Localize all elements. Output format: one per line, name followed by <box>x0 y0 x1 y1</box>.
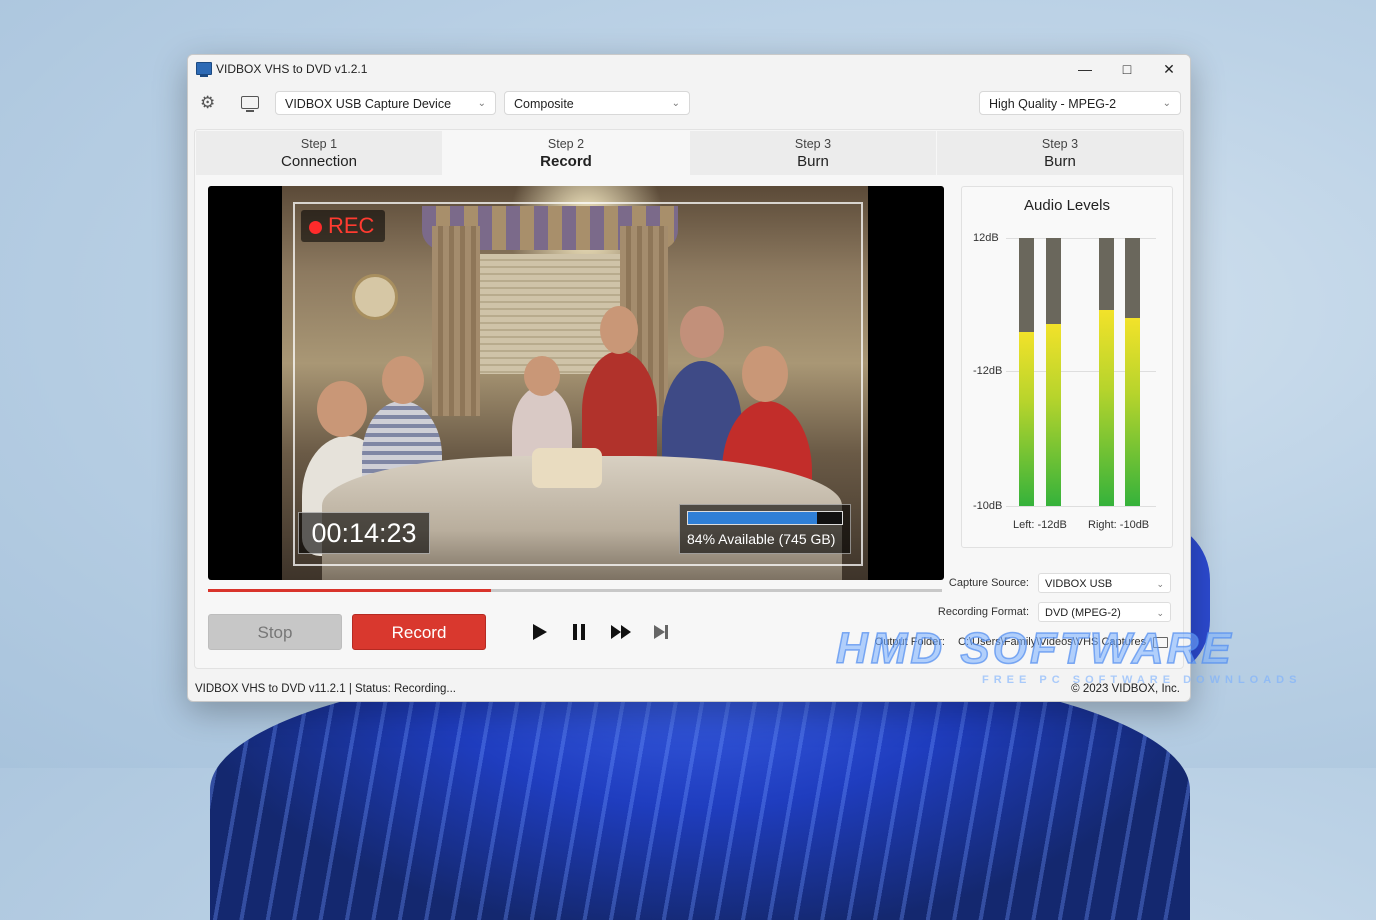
record-button[interactable]: Record <box>352 614 486 650</box>
quality-value: High Quality - MPEG-2 <box>989 97 1117 111</box>
right-level-label: Right: -10dB <box>1088 519 1150 531</box>
audio-levels-panel: Audio Levels 12dB -12dB -10dB Left: -12d… <box>961 186 1173 548</box>
skip-end-icon[interactable] <box>649 620 673 644</box>
grid-line <box>1006 506 1156 507</box>
tab-label: Record <box>540 153 592 170</box>
tab-step: Step 2 <box>547 137 585 151</box>
recording-progress-fill <box>208 589 491 592</box>
title-bar: VIDBOX VHS to DVD v1.2.1 — □ ✕ <box>188 55 1190 83</box>
storage-indicator: 84% Available (745 GB) <box>679 504 851 554</box>
main-panel: Step 1 Connection Step 2 Record Step 3 B… <box>194 129 1184 669</box>
close-button[interactable]: ✕ <box>1148 55 1190 83</box>
capture-source-label: Capture Source: <box>948 577 1029 589</box>
window-title: VIDBOX VHS to DVD v1.2.1 <box>216 62 368 76</box>
video-preview[interactable]: REC 00:14:23 84% Available (745 GB) <box>208 186 944 580</box>
tab-step: Step 1 <box>300 137 338 151</box>
tab-burn-2[interactable]: Step 3 Burn <box>937 131 1183 175</box>
chevron-down-icon: ⌄ <box>477 98 486 109</box>
tab-step: Step 3 <box>1041 137 1079 151</box>
recording-format-select[interactable]: DVD (MPEG-2) ⌄ <box>1038 602 1171 622</box>
meter-right-1 <box>1099 238 1114 506</box>
storage-bar-fill <box>688 512 818 524</box>
recording-format-label: Recording Format: <box>937 606 1029 618</box>
chevron-down-icon: ⌄ <box>1162 98 1171 109</box>
meter-left-1 <box>1019 238 1034 506</box>
play-icon[interactable] <box>527 620 551 644</box>
chevron-down-icon: ⌄ <box>1156 579 1164 589</box>
pause-icon[interactable] <box>567 620 591 644</box>
meter-level <box>1019 331 1034 506</box>
chevron-down-icon: ⌄ <box>671 98 680 109</box>
watermark-brand: HMD SOFTWARE <box>835 623 1234 674</box>
recording-format-value: DVD (MPEG-2) <box>1045 607 1121 619</box>
tick-label: -12dB <box>973 365 1003 377</box>
tab-label: Connection <box>281 153 357 170</box>
rec-indicator: REC <box>301 210 385 242</box>
minimize-button[interactable]: — <box>1064 55 1106 83</box>
toolbar: ⚙ VIDBOX USB Capture Device ⌄ Composite … <box>188 83 1190 125</box>
stop-button[interactable]: Stop <box>208 614 342 650</box>
tab-burn[interactable]: Step 3 Burn <box>690 131 936 175</box>
monitor-icon[interactable] <box>241 96 259 112</box>
capture-source-value: VIDBOX USB <box>1045 578 1113 590</box>
app-window: VIDBOX VHS to DVD v1.2.1 — □ ✕ ⚙ VIDBOX … <box>187 54 1191 702</box>
quality-select[interactable]: High Quality - MPEG-2 ⌄ <box>979 91 1181 115</box>
watermark-tagline: FREE PC SOFTWARE DOWNLOADS <box>982 674 1302 686</box>
app-monitor-icon <box>196 62 212 77</box>
tick-label: 12dB <box>973 232 999 244</box>
timecode: 00:14:23 <box>298 512 430 554</box>
maximize-button[interactable]: □ <box>1106 55 1148 83</box>
tab-label: Burn <box>797 153 829 170</box>
tick-label: -10dB <box>973 500 1003 512</box>
tab-label: Burn <box>1044 153 1076 170</box>
gear-icon[interactable]: ⚙ <box>200 94 215 112</box>
audio-levels-title: Audio Levels <box>1024 197 1110 214</box>
tab-step: Step 3 <box>794 137 832 151</box>
left-level-label: Left: -12dB <box>1013 519 1067 531</box>
tab-record[interactable]: Step 2 Record <box>443 131 689 175</box>
meter-left-2 <box>1046 238 1061 506</box>
storage-bar <box>687 511 843 525</box>
meter-level <box>1099 310 1114 506</box>
meter-right-2 <box>1125 238 1140 506</box>
record-dot-icon <box>309 221 322 234</box>
rec-label: REC <box>328 213 375 238</box>
fast-forward-icon[interactable] <box>609 620 633 644</box>
capture-device-select[interactable]: VIDBOX USB Capture Device ⌄ <box>275 91 496 115</box>
recording-progress[interactable] <box>208 589 942 592</box>
meter-level <box>1125 318 1140 506</box>
storage-text: 84% Available (745 GB) <box>687 531 836 547</box>
input-type-value: Composite <box>514 97 574 111</box>
status-text: VIDBOX VHS to DVD v11.2.1 | Status: Reco… <box>195 683 456 695</box>
tab-connection[interactable]: Step 1 Connection <box>196 131 442 175</box>
capture-device-value: VIDBOX USB Capture Device <box>285 97 452 111</box>
input-type-select[interactable]: Composite ⌄ <box>504 91 690 115</box>
meter-level <box>1046 323 1061 506</box>
chevron-down-icon: ⌄ <box>1156 608 1164 618</box>
capture-source-select[interactable]: VIDBOX USB ⌄ <box>1038 573 1171 593</box>
